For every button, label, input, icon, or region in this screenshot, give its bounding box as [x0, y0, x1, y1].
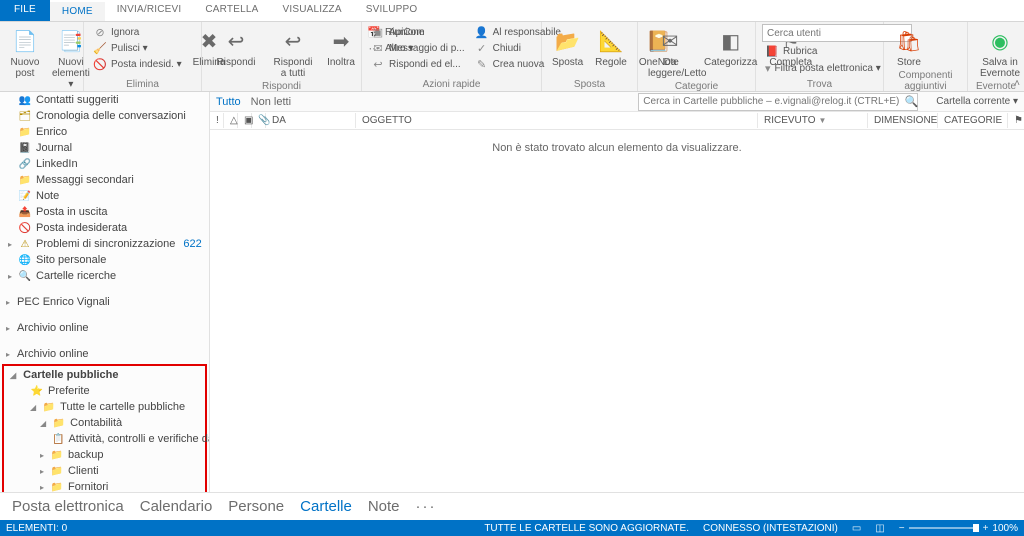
tab-view[interactable]: VISUALIZZA	[270, 0, 353, 21]
group-delete-label: Elimina	[90, 79, 195, 91]
filter-mail-button[interactable]: ▾Filtra posta elettronica ▾	[762, 60, 877, 76]
zoom-slider[interactable]	[909, 527, 979, 529]
filter-unread[interactable]: Non letti	[251, 96, 291, 108]
zoom-level: 100%	[992, 523, 1018, 534]
col-size[interactable]: DIMENSIONE	[868, 113, 938, 128]
zoom-out-icon[interactable]: −	[899, 523, 905, 534]
quick-apicom[interactable]: ▣ApiCom	[368, 24, 468, 40]
nav-item-6[interactable]: 📝Note	[0, 188, 209, 204]
mod-mail[interactable]: Posta elettronica	[12, 498, 124, 515]
cleanup-button[interactable]: 🧹Pulisci ▾	[90, 40, 185, 56]
group-evernote-label: Evernote	[974, 81, 1018, 93]
status-sync: TUTTE LE CARTELLE SONO AGGIORNATE.	[484, 523, 689, 534]
public-all[interactable]: ◢📁Tutte le cartelle pubbliche	[4, 399, 205, 415]
col-received[interactable]: RICEVUTO▼	[758, 113, 868, 128]
search-input[interactable]	[638, 93, 918, 111]
col-reminder[interactable]: △	[224, 113, 238, 128]
col-icon[interactable]: ▣	[238, 113, 252, 128]
new-post-button[interactable]: 📄Nuovo post	[6, 24, 44, 81]
ignore-button[interactable]: ⊘Ignora	[90, 24, 185, 40]
col-flag[interactable]: ⚑	[1008, 113, 1024, 128]
junk-button[interactable]: 🚫Posta indesid. ▾	[90, 56, 185, 72]
ribbon-collapse-icon[interactable]: ˄	[1014, 78, 1020, 89]
folder-nav: 👥Contatti suggeriti🗂Cronologia delle con…	[0, 92, 210, 492]
nav-item-3[interactable]: 📓Journal	[0, 140, 209, 156]
mod-people[interactable]: Persone	[228, 498, 284, 515]
status-items: ELEMENTI: 0	[6, 523, 67, 534]
filter-all[interactable]: Tutto	[216, 96, 241, 108]
nav-group-pec[interactable]: ▸PEC Enrico Vignali	[0, 294, 209, 310]
search-scope[interactable]: Cartella corrente ▾	[936, 96, 1018, 107]
nav-item-7[interactable]: 📤Posta in uscita	[0, 204, 209, 220]
group-find-label: Trova	[762, 79, 877, 91]
group-quick-label: Azioni rapide	[368, 79, 535, 91]
quick-reply-delete[interactable]: ↩Rispondi ed el...	[368, 56, 468, 72]
rules-button[interactable]: 📐Regole	[591, 24, 631, 70]
group-respond-label: Rispondi	[208, 81, 355, 93]
tab-folder[interactable]: CARTELLA	[193, 0, 270, 21]
nav-item-1[interactable]: 🗂Cronologia delle conversazioni	[0, 108, 209, 124]
evernote-button[interactable]: ◉Salva in Evernote	[974, 24, 1024, 81]
public-folders-highlight: ◢Cartelle pubbliche ⭐Preferite ◢📁Tutte l…	[2, 364, 207, 492]
forward-button[interactable]: ➡Inoltra	[322, 24, 360, 70]
categorize-button[interactable]: ◧Categorizza	[700, 24, 761, 70]
public-task[interactable]: 📋Attività, controlli e verifiche da fare	[4, 431, 205, 447]
empty-message: Non è stato trovato alcun elemento da vi…	[210, 130, 1024, 166]
nav-item-11[interactable]: ▸🔍Cartelle ricerche	[0, 268, 209, 284]
public-favorites[interactable]: ⭐Preferite	[4, 383, 205, 399]
nav-group-archive1[interactable]: ▸Archivio online	[0, 320, 209, 336]
tab-send-receive[interactable]: INVIA/RICEVI	[105, 0, 194, 21]
move-button[interactable]: 📂Sposta	[548, 24, 587, 70]
view-reading-icon[interactable]: ◫	[875, 523, 884, 534]
nav-item-2[interactable]: 📁Enrico	[0, 124, 209, 140]
nav-item-4[interactable]: 🔗LinkedIn	[0, 156, 209, 172]
address-book-button[interactable]: 📕Rubrica	[762, 43, 877, 59]
col-categories[interactable]: CATEGORIE	[938, 113, 1008, 128]
zoom-in-icon[interactable]: +	[983, 523, 989, 534]
reply-all-button[interactable]: ↩Rispondi a tutti	[268, 24, 318, 81]
col-attach[interactable]: 📎	[252, 113, 266, 128]
mod-notes[interactable]: Note	[368, 498, 400, 515]
quick-msg[interactable]: ✉Messaggio di p...	[368, 40, 468, 56]
mod-more[interactable]: ···	[416, 498, 437, 515]
module-bar: Posta elettronica Calendario Persone Car…	[0, 492, 1024, 520]
search-icon[interactable]: 🔍	[905, 95, 919, 108]
reply-button[interactable]: ↩Rispondi	[208, 24, 264, 70]
public-backup[interactable]: ▸📁backup	[4, 447, 205, 463]
public-folders-root[interactable]: ◢Cartelle pubbliche	[4, 367, 205, 383]
tab-file[interactable]: FILE	[0, 0, 50, 21]
mod-calendar[interactable]: Calendario	[140, 498, 213, 515]
group-tags-label: Categorie	[644, 81, 749, 93]
nav-item-9[interactable]: ▸⚠Problemi di sincronizzazione622	[0, 236, 209, 252]
col-importance[interactable]: !	[210, 113, 224, 128]
public-contabilita[interactable]: ◢📁Contabilità	[4, 415, 205, 431]
column-headers: ! △ ▣ 📎 DA OGGETTO RICEVUTO▼ DIMENSIONE …	[210, 112, 1024, 130]
view-normal-icon[interactable]: ▭	[852, 523, 861, 534]
content-pane: Tutto Non letti 🔍 Cartella corrente ▾ ! …	[210, 92, 1024, 492]
status-connection: CONNESSO (INTESTAZIONI)	[703, 523, 838, 534]
public-clienti[interactable]: ▸📁Clienti	[4, 463, 205, 479]
nav-item-10[interactable]: 🌐Sito personale	[0, 252, 209, 268]
col-subject[interactable]: OGGETTO	[356, 113, 758, 128]
store-button[interactable]: 🛍Store	[890, 24, 928, 70]
nav-group-archive2[interactable]: ▸Archivio online	[0, 346, 209, 362]
mod-folders[interactable]: Cartelle	[300, 498, 352, 515]
tab-developer[interactable]: SVILUPPO	[354, 0, 430, 21]
status-bar: ELEMENTI: 0 TUTTE LE CARTELLE SONO AGGIO…	[0, 520, 1024, 536]
group-addins-label: Componenti aggiuntivi	[890, 70, 961, 93]
group-move-label: Sposta	[548, 79, 631, 91]
tab-home[interactable]: HOME	[50, 0, 105, 21]
public-fornitori[interactable]: ▸📁Fornitori	[4, 479, 205, 492]
nav-item-8[interactable]: 🚫Posta indesiderata	[0, 220, 209, 236]
read-unread-button[interactable]: ✉Da leggere/Letto	[644, 24, 696, 81]
ribbon: 📄Nuovo post 📑Nuovi elementi ▾ Nuovo ⊘Ign…	[0, 22, 1024, 92]
nav-item-0[interactable]: 👥Contatti suggeriti	[0, 92, 209, 108]
nav-item-5[interactable]: 📁Messaggi secondari	[0, 172, 209, 188]
ribbon-tabs: FILE HOME INVIA/RICEVI CARTELLA VISUALIZ…	[0, 0, 1024, 22]
col-from[interactable]: DA	[266, 113, 356, 128]
